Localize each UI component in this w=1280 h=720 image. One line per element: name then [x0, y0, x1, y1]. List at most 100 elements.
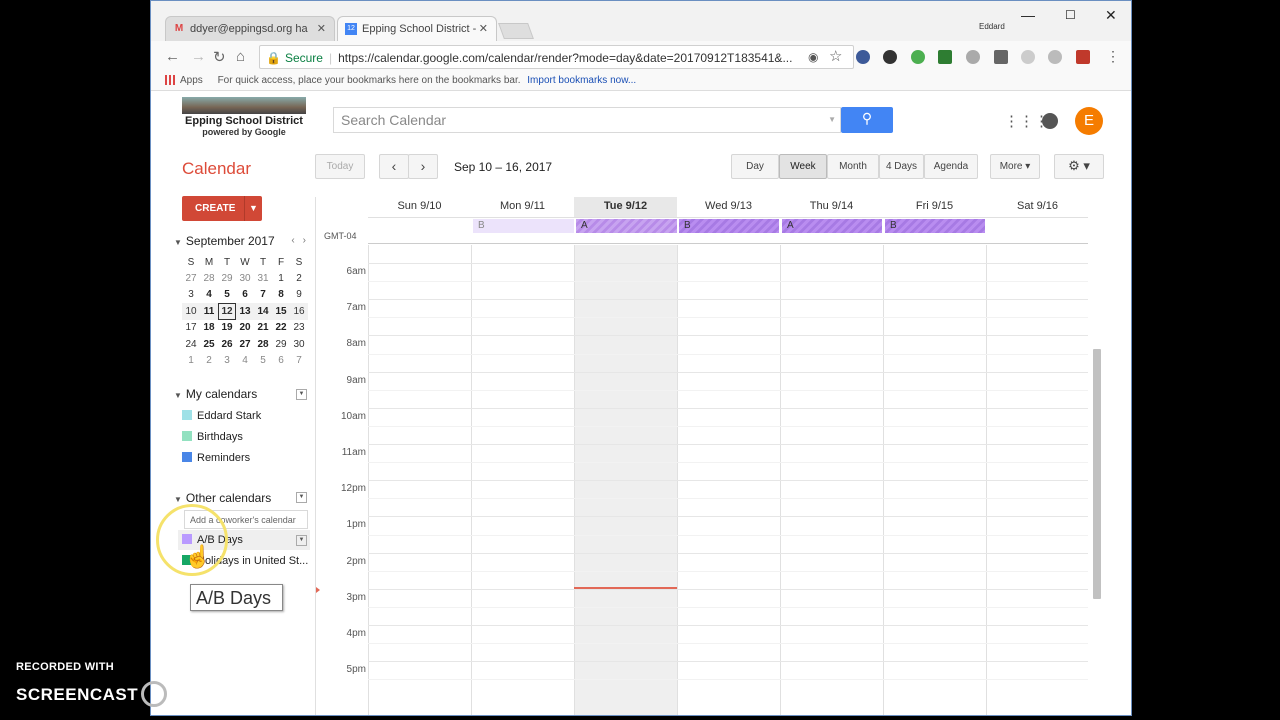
extension-copy-icon[interactable] [1021, 50, 1035, 64]
mini-day[interactable]: 1 [272, 270, 290, 286]
mini-day[interactable]: 19 [218, 320, 236, 336]
star-icon[interactable]: ☆ [829, 47, 842, 65]
mini-day[interactable]: 7 [290, 352, 308, 368]
mini-day[interactable]: 29 [218, 270, 236, 286]
minimize-icon[interactable]: — [1021, 7, 1035, 23]
mini-day[interactable]: 28 [254, 336, 272, 352]
mini-day[interactable]: 6 [236, 287, 254, 303]
view-month-button[interactable]: Month [827, 154, 879, 179]
eye-icon[interactable]: ◉ [808, 50, 818, 64]
close-icon[interactable]: ✕ [479, 22, 488, 35]
allday-event[interactable]: A [576, 219, 677, 233]
more-button[interactable]: More ▾ [990, 154, 1040, 179]
notifications-icon[interactable] [1042, 113, 1058, 129]
apps-label[interactable]: Apps [180, 75, 203, 86]
mini-day[interactable]: 25 [200, 336, 218, 352]
mini-day[interactable]: 23 [290, 320, 308, 336]
mini-day[interactable]: 20 [236, 320, 254, 336]
extension-classroom-icon[interactable] [938, 50, 952, 64]
mini-day[interactable]: 11 [200, 303, 218, 320]
mini-day[interactable]: 1 [182, 352, 200, 368]
mini-day[interactable]: 3 [218, 352, 236, 368]
mini-day[interactable]: 18 [200, 320, 218, 336]
mini-day[interactable]: 30 [236, 270, 254, 286]
mini-day[interactable]: 4 [200, 287, 218, 303]
mini-day[interactable]: 6 [272, 352, 290, 368]
mini-day[interactable]: 9 [290, 287, 308, 303]
maximize-icon[interactable]: ☐ [1065, 8, 1076, 22]
school-logo[interactable]: Epping School District powered by Google [182, 97, 306, 143]
mini-day[interactable]: 2 [200, 352, 218, 368]
collapse-icon[interactable]: ▼ [174, 238, 182, 247]
mini-day[interactable]: 27 [236, 336, 254, 352]
window-user-label[interactable]: Eddard [979, 22, 1005, 31]
create-dropdown-icon[interactable]: ▼ [244, 196, 262, 221]
mini-day[interactable]: 28 [200, 270, 218, 286]
view-day-button[interactable]: Day [731, 154, 779, 179]
day-header[interactable]: Sat 9/16 [986, 197, 1089, 217]
day-header[interactable]: Fri 9/15 [883, 197, 986, 217]
mini-day[interactable]: 8 [272, 287, 290, 303]
extension-paint-icon[interactable] [883, 50, 897, 64]
close-icon[interactable]: ✕ [317, 22, 326, 35]
mini-day[interactable]: 15 [272, 303, 290, 320]
mini-day[interactable]: 16 [290, 303, 308, 320]
day-header[interactable]: Wed 9/13 [677, 197, 780, 217]
calendar-item-birthdays[interactable]: Birthdays [182, 431, 243, 443]
reload-icon[interactable]: ↻ [213, 48, 226, 66]
home-icon[interactable]: ⌂ [236, 48, 245, 65]
tab-gmail[interactable]: M ddyer@eppingsd.org ha ✕ [165, 16, 335, 42]
mini-day[interactable]: 3 [182, 287, 200, 303]
window-close-icon[interactable]: ✕ [1105, 7, 1117, 24]
menu-icon[interactable]: ⋮ [1106, 48, 1120, 65]
settings-gear-icon[interactable]: ⚙ ▾ [1054, 154, 1104, 179]
mini-day[interactable]: 26 [218, 336, 236, 352]
mini-day[interactable]: 5 [254, 352, 272, 368]
extension-gray-icon[interactable] [966, 50, 980, 64]
next-week-button[interactable]: › [408, 154, 438, 179]
calendar-item-eddard-stark[interactable]: Eddard Stark [182, 410, 261, 422]
allday-event[interactable]: B [679, 219, 779, 233]
prev-week-button[interactable]: ‹ [379, 154, 409, 179]
scrollbar[interactable] [1093, 349, 1101, 599]
mini-nav-arrows[interactable]: ‹› [291, 235, 314, 246]
day-header[interactable]: Thu 9/14 [780, 197, 883, 217]
mini-day[interactable]: 31 [254, 270, 272, 286]
view-agenda-button[interactable]: Agenda [924, 154, 978, 179]
extension-k-icon[interactable] [856, 50, 870, 64]
ab-days-menu-icon[interactable]: ▼ [296, 535, 307, 546]
view-week-button[interactable]: Week [779, 154, 827, 179]
my-calendars-menu-icon[interactable]: ▼ [296, 389, 307, 400]
search-options-icon[interactable]: ▼ [828, 115, 836, 124]
mini-day[interactable]: 13 [236, 303, 254, 320]
import-bookmarks-link[interactable]: Import bookmarks now... [527, 75, 636, 86]
mini-day[interactable]: 21 [254, 320, 272, 336]
search-input[interactable]: Search Calendar ▼ [333, 107, 841, 133]
mini-day[interactable]: 24 [182, 336, 200, 352]
forward-icon[interactable]: → [191, 48, 206, 65]
day-header[interactable]: Sun 9/10 [368, 197, 471, 217]
create-button[interactable]: CREATE ▼ [182, 196, 262, 221]
extension-pdf-icon[interactable] [1076, 50, 1090, 64]
address-bar[interactable]: 🔒 Secure | https://calendar.google.com/cale… [259, 45, 854, 69]
other-calendars-menu-icon[interactable]: ▼ [296, 492, 307, 503]
calendar-item-reminders[interactable]: Reminders [182, 452, 250, 464]
mini-day[interactable]: 27 [182, 270, 200, 286]
mini-day[interactable]: 7 [254, 287, 272, 303]
day-header[interactable]: Mon 9/11 [471, 197, 574, 217]
new-tab-button[interactable] [498, 23, 534, 39]
mini-day[interactable]: 5 [218, 287, 236, 303]
day-header-today[interactable]: Tue 9/12 [574, 197, 677, 217]
mini-day[interactable]: 30 [290, 336, 308, 352]
other-calendars-header[interactable]: ▼ Other calendars [174, 491, 271, 505]
extension-chrome-icon[interactable] [911, 50, 925, 64]
mini-day[interactable]: 10 [182, 303, 200, 320]
allday-event[interactable]: B [885, 219, 985, 233]
apps-icon[interactable] [165, 75, 175, 86]
mini-month-label[interactable]: September 2017 [186, 234, 275, 248]
mini-day[interactable]: 4 [236, 352, 254, 368]
mini-day[interactable]: 14 [254, 303, 272, 320]
avatar[interactable]: E [1075, 107, 1103, 135]
view-4days-button[interactable]: 4 Days [879, 154, 924, 179]
allday-event[interactable]: B [473, 219, 574, 233]
